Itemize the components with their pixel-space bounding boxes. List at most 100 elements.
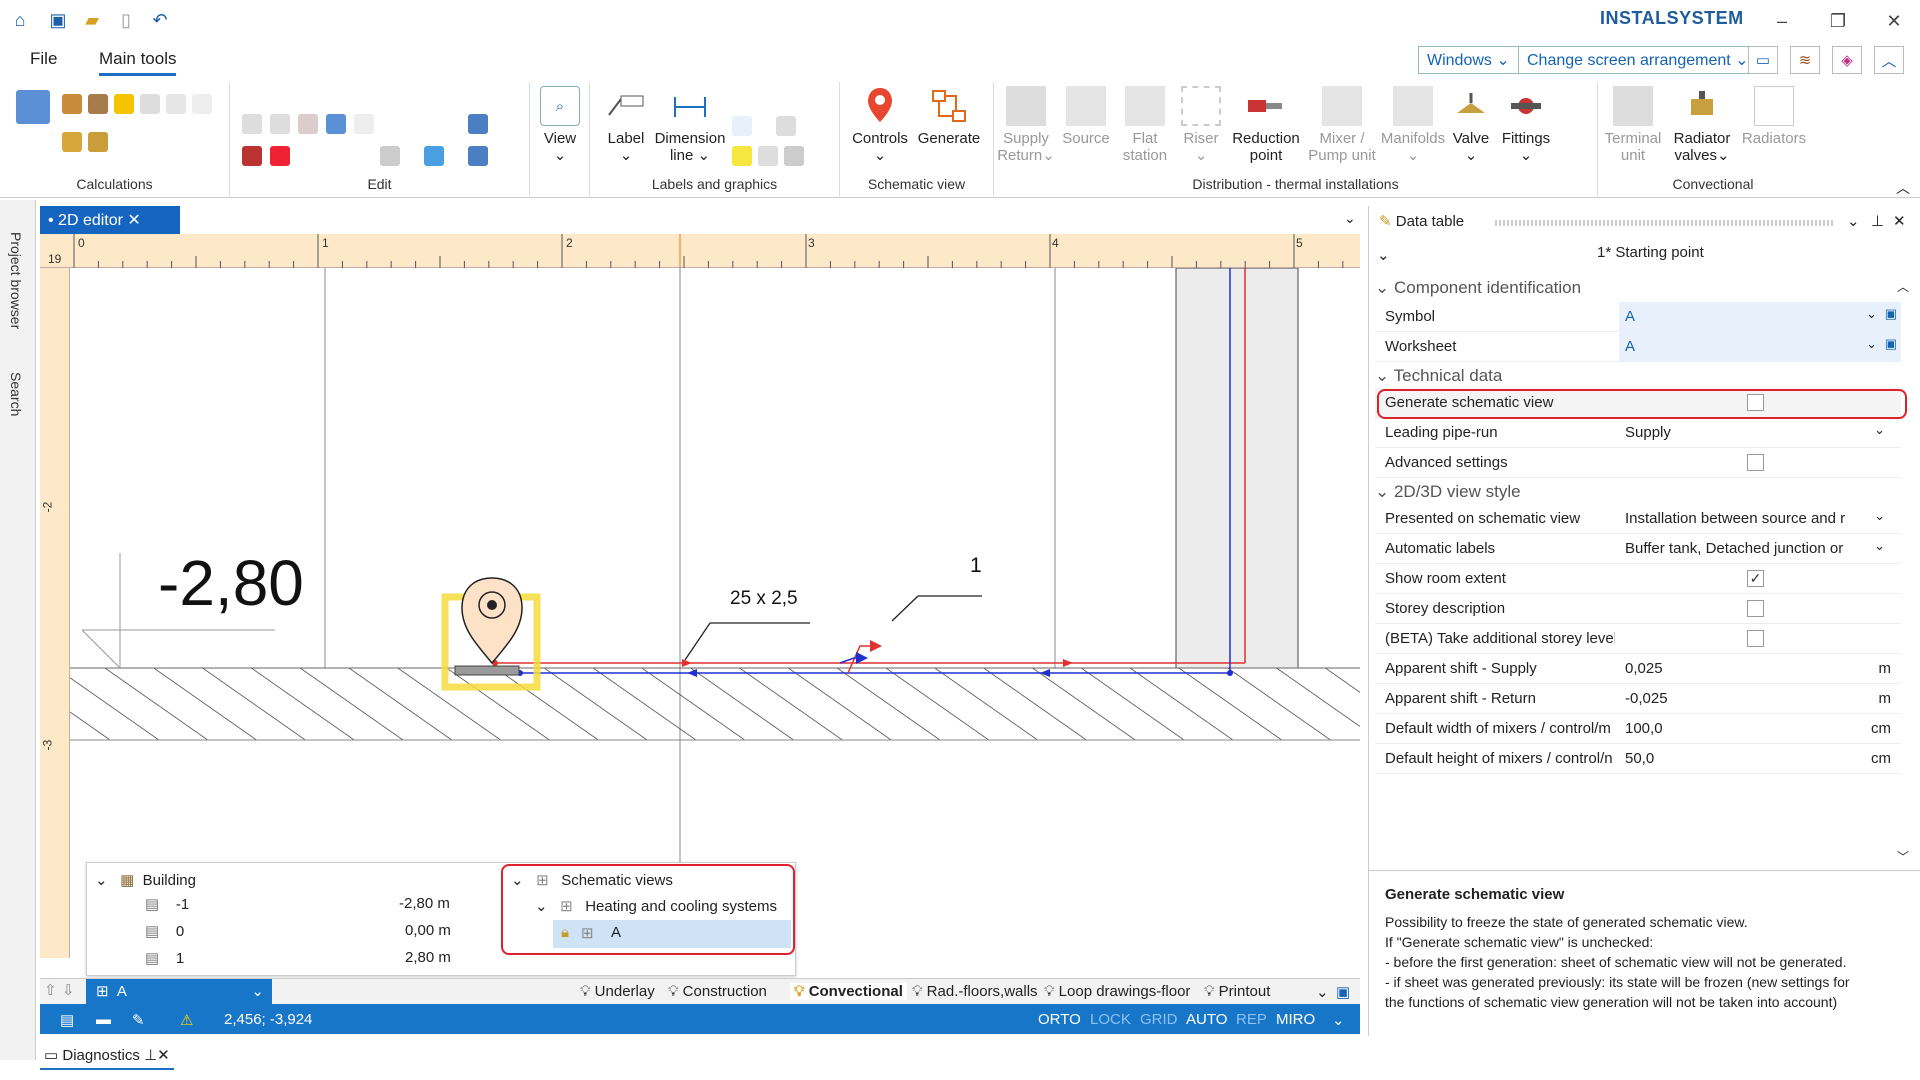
row-value[interactable]: 100,0 xyxy=(1625,720,1855,737)
delete-icon[interactable] xyxy=(270,146,290,166)
monitor-icon[interactable]: ▭ xyxy=(1748,46,1778,74)
scissors-icon[interactable] xyxy=(242,146,262,166)
building-node[interactable]: ⌄ ▦ Building xyxy=(95,871,196,889)
layers-icon[interactable]: ≋ xyxy=(1790,46,1820,74)
chevron-down-icon[interactable]: ⌄ xyxy=(1874,508,1885,524)
row-presented-on-schematic[interactable]: Presented on schematic view Installation … xyxy=(1375,504,1901,534)
row-shift-supply[interactable]: Apparent shift - Supply 0,025 m xyxy=(1375,654,1901,684)
chevron-down-icon[interactable]: ⌄ xyxy=(1344,210,1356,227)
chevron-down-icon[interactable]: ⌄ xyxy=(251,982,264,1000)
tab-convectional[interactable]: 💡︎ Convectional xyxy=(790,983,907,1000)
save-icon[interactable]: ▣ xyxy=(46,8,70,32)
drawing-area[interactable]: -2,80 25 x 2,5 1 xyxy=(70,268,1360,958)
flat-station-button[interactable]: Flat station xyxy=(1114,86,1176,164)
row-additional-storey[interactable]: (BETA) Take additional storey levels xyxy=(1375,624,1901,654)
chevron-down-icon[interactable]: ⌄ xyxy=(1377,246,1390,264)
row-value[interactable]: Supply xyxy=(1625,424,1855,441)
chevron-down-icon[interactable]: ⌄ xyxy=(1316,983,1329,1001)
copy-icon[interactable] xyxy=(242,114,262,134)
label-button[interactable]: Label ⌄ xyxy=(596,86,656,164)
show-room-extent-checkbox[interactable]: ✓ xyxy=(1747,570,1764,587)
open-folder-icon[interactable]: ▰ xyxy=(80,8,104,32)
new-file-icon[interactable]: ▯ xyxy=(114,8,138,32)
chevron-down-icon[interactable]: ⌄ xyxy=(1866,306,1877,322)
arrow-up-icon[interactable]: ⇧ xyxy=(44,981,57,999)
sheet-settings-icon[interactable]: ▣ xyxy=(1336,983,1350,1001)
row-value[interactable]: A xyxy=(1625,338,1855,355)
arrangement-dropdown[interactable]: Change screen arrangement ⌄ xyxy=(1518,46,1758,74)
tab-main-tools[interactable]: Main tools xyxy=(99,49,177,76)
building-icon[interactable] xyxy=(62,94,82,114)
row-mixer-height[interactable]: Default height of mixers / control/n 50,0… xyxy=(1375,744,1901,774)
tab-printout[interactable]: 💡︎ Printout xyxy=(1204,983,1270,1000)
image-icon[interactable] xyxy=(784,146,804,166)
controls-button[interactable]: Controls ⌄ xyxy=(850,86,910,164)
level-row[interactable]: ▤ 1 xyxy=(145,949,184,967)
row-value[interactable]: 50,0 xyxy=(1625,750,1855,767)
row-worksheet[interactable]: Worksheet A ⌄ ▣ xyxy=(1375,332,1901,362)
chevron-down-icon[interactable]: ⌄ xyxy=(1847,212,1860,230)
clipboard-icon[interactable] xyxy=(298,114,318,134)
row-value[interactable]: -0,025 xyxy=(1625,690,1855,707)
source-button[interactable]: Source xyxy=(1058,86,1114,147)
valve-button[interactable]: Valve ⌄ xyxy=(1446,86,1496,164)
tab-file[interactable]: File xyxy=(30,49,57,69)
close-icon[interactable]: ✕ xyxy=(127,212,140,229)
note-icon[interactable]: ▤ xyxy=(60,1011,74,1029)
tab-search[interactable]: Search xyxy=(8,372,24,416)
radiators-button[interactable]: Radiators xyxy=(1738,86,1810,147)
riser-button[interactable]: Riser ⌄ xyxy=(1176,86,1226,164)
note-icon[interactable] xyxy=(732,146,752,166)
frame-icon[interactable] xyxy=(354,114,374,134)
section-technical-data[interactable]: ⌄ Technical data xyxy=(1375,366,1502,386)
row-value[interactable]: 0,025 xyxy=(1625,660,1855,677)
miro-toggle[interactable]: MIRO xyxy=(1276,1011,1315,1028)
close-icon[interactable]: ✕ xyxy=(157,1047,170,1064)
windows-dropdown[interactable]: Windows ⌄ xyxy=(1418,46,1519,74)
paste-icon[interactable] xyxy=(270,114,290,134)
orto-toggle[interactable]: ORTO xyxy=(1038,1011,1081,1028)
calculator-icon[interactable] xyxy=(16,90,50,124)
rep-toggle[interactable]: REP xyxy=(1236,1011,1267,1028)
row-advanced-settings[interactable]: Advanced settings xyxy=(1375,448,1901,478)
sheet-selector[interactable]: ⊞ A ⌄ xyxy=(86,979,272,1005)
grid-icon[interactable] xyxy=(758,146,778,166)
arrow-down-icon[interactable]: ⇩ xyxy=(62,981,75,999)
row-automatic-labels[interactable]: Automatic labels Buffer tank, Detached ju… xyxy=(1375,534,1901,564)
row-storey-description[interactable]: Storey description xyxy=(1375,594,1901,624)
row-show-room-extent[interactable]: Show room extent ✓ xyxy=(1375,564,1901,594)
advanced-settings-checkbox[interactable] xyxy=(1747,454,1764,471)
drop-light-icon[interactable] xyxy=(166,94,186,114)
scroll-down-icon[interactable]: ﹀ xyxy=(1897,848,1909,865)
ribbon-collapse-icon[interactable]: ︿ xyxy=(1896,178,1910,198)
view-button[interactable]: ⌕ View ⌄ xyxy=(538,86,582,164)
link-icon[interactable]: ▣ xyxy=(1885,336,1897,352)
auto-toggle[interactable]: AUTO xyxy=(1186,1011,1227,1028)
report-icon[interactable] xyxy=(88,132,108,152)
reduction-point-button[interactable]: Reduction point xyxy=(1228,86,1304,164)
drop-gray-icon[interactable] xyxy=(140,94,160,114)
generate-button[interactable]: Generate xyxy=(914,86,984,147)
grid-toggle[interactable]: GRID xyxy=(1140,1011,1178,1028)
panel-grip[interactable] xyxy=(1495,220,1835,226)
tab-radiant[interactable]: 💡︎ Rad.-floors,walls xyxy=(912,983,1038,1000)
row-mixer-width[interactable]: Default width of mixers / control/m 100,0… xyxy=(1375,714,1901,744)
tab-diagnostics[interactable]: ▭ Diagnostics ⊥✕ xyxy=(40,1044,174,1070)
section-component-identification[interactable]: ⌄ Component identification xyxy=(1375,278,1581,298)
chevron-down-icon[interactable]: ⌄ xyxy=(1874,538,1885,554)
chevron-down-icon[interactable]: ⌄ xyxy=(1332,1011,1345,1029)
level-row[interactable]: ▤ -1 xyxy=(145,895,189,913)
manifolds-button[interactable]: Manifolds ⌄ xyxy=(1380,86,1446,164)
storey-description-checkbox[interactable] xyxy=(1747,600,1764,617)
pin-icon[interactable]: ⊥ xyxy=(1871,212,1884,230)
align-icon[interactable] xyxy=(380,146,400,166)
level-row[interactable]: ▤ 0 xyxy=(145,922,184,940)
chevron-down-icon[interactable]: ⌄ xyxy=(1874,422,1885,438)
rotate-icon[interactable] xyxy=(326,114,346,134)
row-shift-return[interactable]: Apparent shift - Return -0,025 m xyxy=(1375,684,1901,714)
home-icon[interactable]: ⌂ xyxy=(8,8,32,32)
snap-icon[interactable] xyxy=(424,146,444,166)
terminal-unit-button[interactable]: Terminal unit xyxy=(1602,86,1664,164)
house-icon[interactable] xyxy=(88,94,108,114)
tab-2d-editor[interactable]: • 2D editor ✕ xyxy=(40,206,180,234)
